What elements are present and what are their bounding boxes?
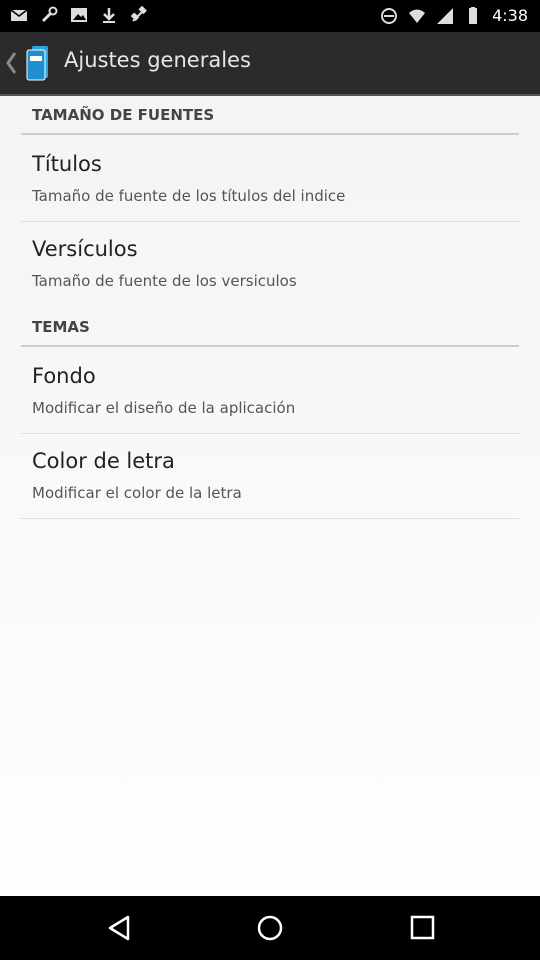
item-title: Fondo: [32, 364, 96, 388]
section-header-font-size: TAMAÑO DE FUENTES: [32, 106, 215, 124]
list-item-titulos[interactable]: Títulos Tamaño de fuente de los títulos …: [0, 138, 540, 222]
wifi-icon: [409, 9, 426, 23]
download-icon: [103, 8, 115, 23]
item-subtitle: Tamaño de fuente de los versiculos: [32, 272, 297, 290]
item-title: Versículos: [32, 237, 138, 261]
item-title: Color de letra: [32, 449, 175, 473]
list-divider: [21, 221, 519, 222]
list-divider: [21, 433, 519, 434]
chevron-left-icon[interactable]: [4, 50, 18, 76]
back-icon[interactable]: [104, 914, 134, 942]
list-item-fondo[interactable]: Fondo Modificar el diseño de la aplicaci…: [0, 350, 540, 434]
item-subtitle: Tamaño de fuente de los títulos del indi…: [32, 187, 346, 205]
section-header-themes: TEMAS: [32, 318, 90, 336]
list-item-versiculos[interactable]: Versículos Tamaño de fuente de los versi…: [0, 223, 540, 307]
recents-icon[interactable]: [407, 914, 437, 942]
section-divider: [21, 345, 519, 347]
section-divider: [21, 133, 519, 135]
item-title: Títulos: [32, 152, 102, 176]
blocked-icon: [381, 8, 398, 24]
item-subtitle: Modificar el diseño de la aplicación: [32, 399, 296, 417]
action-bar: Ajustes generales: [0, 32, 540, 96]
battery-icon: [469, 7, 478, 24]
status-bar: 4:38: [0, 0, 540, 32]
item-subtitle: Modificar el color de la letra: [32, 484, 242, 502]
navigation-bar: [0, 896, 540, 960]
page-title: Ajustes generales: [64, 48, 251, 72]
list-divider: [21, 518, 519, 519]
status-time: 4:38: [492, 6, 528, 25]
photo-icon: [71, 8, 87, 22]
home-icon[interactable]: [255, 914, 285, 942]
satellite-icon: [130, 6, 147, 22]
mail-icon: [10, 9, 28, 21]
signal-icon: [437, 8, 454, 24]
wrench-icon: [41, 6, 58, 23]
app-logo-icon[interactable]: [24, 44, 52, 82]
list-item-color-de-letra[interactable]: Color de letra Modificar el color de la …: [0, 435, 540, 519]
